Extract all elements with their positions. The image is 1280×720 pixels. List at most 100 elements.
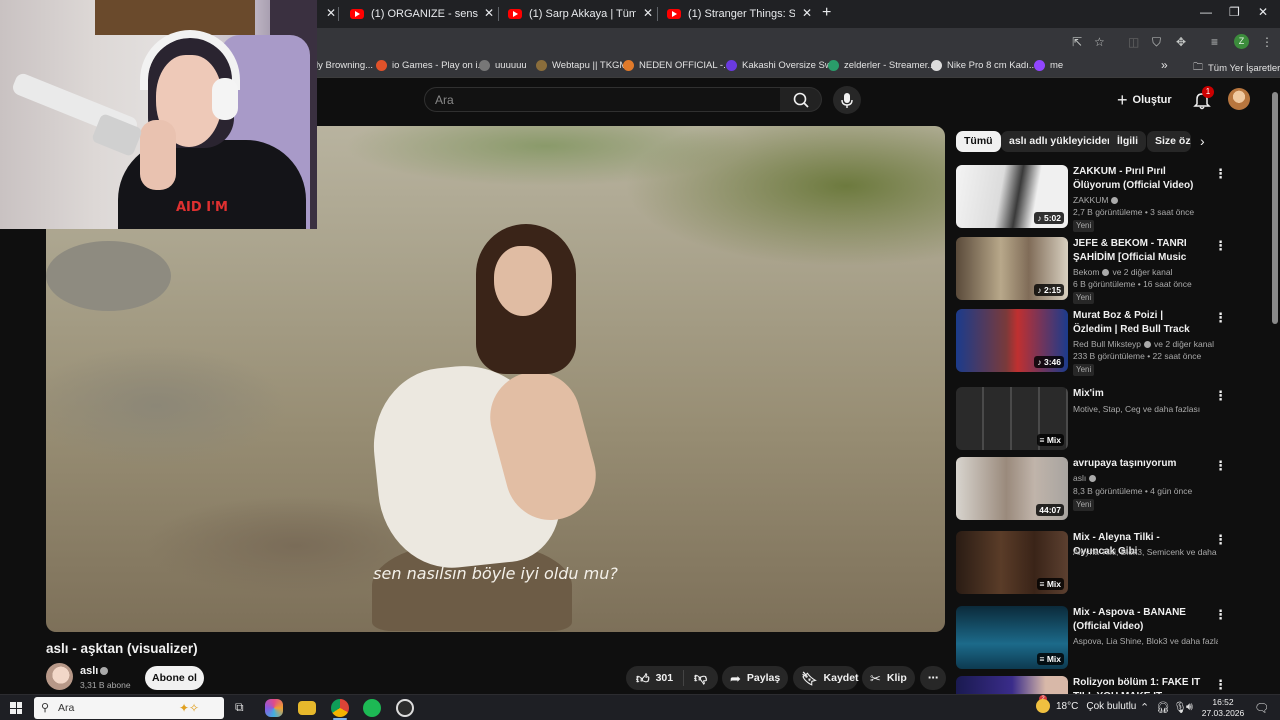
obs-icon[interactable] <box>396 699 414 717</box>
bookmark-item[interactable]: Kakashi Oversize Sw... <box>726 60 839 71</box>
chip-from-uploader[interactable]: aslı adlı yükleyiciden <box>1001 131 1122 152</box>
video-thumbnail[interactable] <box>956 676 1068 694</box>
close-window-icon[interactable]: ✕ <box>1258 5 1268 19</box>
headset-icon[interactable]: 🎧︎ <box>1156 701 1170 714</box>
more-vertical-icon[interactable]: ⋮ <box>1214 677 1227 693</box>
recommendation-title[interactable]: Mix'im <box>1073 387 1203 401</box>
verified-icon <box>1102 269 1110 277</box>
bookmark-item[interactable]: Nike Pro 8 cm Kadı... <box>931 60 1037 71</box>
more-vertical-icon[interactable]: ⋮ <box>1214 388 1227 404</box>
channel-name[interactable]: aslı <box>80 665 98 677</box>
like-button[interactable]: 👍︎ 301 <box>626 670 684 686</box>
recommendation-title[interactable]: Mix - Aspova - BANANE (Official Video) <box>1073 606 1203 633</box>
channel-avatar[interactable] <box>46 663 73 690</box>
video-thumbnail[interactable]: ♪ 5:02 <box>956 165 1068 228</box>
media-list-icon[interactable]: ≡ <box>1211 34 1218 50</box>
new-tab-button[interactable]: + <box>822 4 831 22</box>
recommendation-title[interactable]: avrupaya taşınıyorum <box>1073 457 1203 471</box>
minimize-icon[interactable]: — <box>1200 5 1212 19</box>
bookmark-item[interactable]: uuuuuu <box>479 60 527 71</box>
menu-kebab-icon[interactable]: ⋮ <box>1261 34 1273 50</box>
shield-icon[interactable]: ⛉ <box>1152 34 1161 50</box>
puzzle-icon[interactable]: ✥ <box>1176 34 1186 50</box>
chip-all[interactable]: Tümü <box>956 131 1001 152</box>
dislike-button[interactable]: 👎︎ <box>684 670 707 686</box>
tab-stranger-things[interactable]: (1) Stranger Things: Sene 1985 <box>667 3 795 25</box>
mix-thumbnail[interactable]: ≡ Mix <box>956 531 1068 594</box>
more-vertical-icon[interactable]: ⋮ <box>1214 607 1227 623</box>
copilot-icon[interactable] <box>265 699 283 717</box>
tab-close-icon[interactable]: ✕ <box>326 6 336 20</box>
microphone-icon[interactable]: 🎙︎ <box>1173 701 1187 714</box>
more-actions-button[interactable]: ⋯ <box>920 666 946 690</box>
task-view-icon[interactable]: ⧉ <box>235 700 244 715</box>
bookmarks-overflow-icon[interactable]: » <box>1161 58 1168 72</box>
volume-icon[interactable]: 🔊︎ <box>1186 701 1193 714</box>
recommendation-title[interactable]: Rolizyon bölüm 1: FAKE IT TILL YOU MAKE … <box>1073 676 1203 694</box>
more-vertical-icon[interactable]: ⋮ <box>1214 238 1227 254</box>
new-badge: Yeni <box>1073 499 1095 511</box>
tab-close-icon[interactable]: ✕ <box>643 6 653 20</box>
video-thumbnail[interactable]: 44:07 <box>956 457 1068 520</box>
all-bookmarks-button[interactable]: 🗀 Tüm Yer İşaretleri <box>1193 60 1280 77</box>
restore-icon[interactable]: ❐ <box>1229 5 1240 19</box>
search-input[interactable] <box>425 88 780 111</box>
file-explorer-icon[interactable] <box>298 701 316 715</box>
spotify-icon[interactable] <box>363 699 381 717</box>
video-thumbnail[interactable]: ♪ 2:15 <box>956 237 1068 300</box>
recommendation-item[interactable]: ≡ Mix Mix - Aleyna Tilki - Oyuncak Gibi … <box>956 531 1246 597</box>
tab-sarp-akkaya[interactable]: (1) Sarp Akkaya | Tüm Ünlüler T <box>508 3 636 25</box>
tab-organize[interactable]: (1) ORGANIZE - sensiz [OFFICIAL <box>350 3 478 25</box>
notification-center-icon[interactable]: 🗨︎ <box>1254 701 1269 715</box>
windows-start-icon[interactable] <box>10 702 22 714</box>
recommendation-title[interactable]: ZAKKUM - Pırıl Pırıl Ölüyorum (Official … <box>1073 165 1203 192</box>
more-vertical-icon[interactable]: ⋮ <box>1214 532 1227 548</box>
page-scrollbar[interactable] <box>1272 92 1278 324</box>
chevron-right-icon[interactable]: › <box>1200 133 1205 149</box>
account-avatar[interactable] <box>1228 88 1250 110</box>
create-button[interactable]: + Oluştur <box>1117 89 1172 111</box>
voice-search-button[interactable] <box>833 86 861 114</box>
bookmark-item[interactable]: ly Browning... <box>316 60 373 71</box>
bookmark-item[interactable]: zelderler - Streamer... <box>828 60 935 71</box>
recommendation-title[interactable]: JEFE & BEKOM - TANRI ŞAHİDİM [Official M… <box>1073 237 1203 265</box>
chrome-icon[interactable] <box>331 699 349 717</box>
share-button[interactable]: ➦ Paylaş <box>722 666 788 690</box>
system-clock[interactable]: 16:52 27.03.2026 <box>1200 697 1246 719</box>
video-thumbnail[interactable]: ♪ 3:46 <box>956 309 1068 372</box>
save-button[interactable]: 🔖︎ Kaydet <box>793 666 859 690</box>
bookmark-item[interactable]: me <box>1034 60 1063 71</box>
webcam-shelf <box>95 0 255 35</box>
clip-button[interactable]: ✂ Klip <box>862 666 915 690</box>
profile-avatar-icon[interactable]: Z <box>1234 34 1249 49</box>
more-vertical-icon[interactable]: ⋮ <box>1214 458 1227 474</box>
recommendation-item[interactable]: ≡ Mix Mix - Aspova - BANANE (Official Vi… <box>956 606 1246 672</box>
recommendation-item[interactable]: Rolizyon bölüm 1: FAKE IT TILL YOU MAKE … <box>956 676 1246 694</box>
bookmark-item[interactable]: NEDEN OFFICIAL -... <box>623 60 731 71</box>
mix-thumbnail[interactable]: ≡ Mix <box>956 606 1068 669</box>
extension-icon[interactable]: ◫ <box>1128 34 1139 50</box>
weather-widget[interactable]: 18°C Çok bulutlu <box>1036 699 1136 713</box>
taskbar-search[interactable]: ⚲ Ara ✦✧ <box>34 697 224 719</box>
bookmark-item[interactable]: io Games - Play on i... <box>376 60 485 71</box>
recommendation-title[interactable]: Murat Boz & Poizi | Özledim | Red Bull T… <box>1073 309 1203 337</box>
bookmark-star-icon[interactable]: ☆ <box>1094 34 1105 50</box>
tab-close-icon[interactable]: ✕ <box>802 6 812 20</box>
recommendation-item[interactable]: ♪ 2:15 JEFE & BEKOM - TANRI ŞAHİDİM [Off… <box>956 237 1246 304</box>
bookmark-item[interactable]: Webtapu || TKGM <box>536 60 627 71</box>
more-vertical-icon[interactable]: ⋮ <box>1214 166 1227 182</box>
tray-chevron-up-icon[interactable]: ⌃ <box>1140 701 1149 714</box>
chip-for-you[interactable]: Size öz <box>1147 131 1191 152</box>
recommendation-item[interactable]: 44:07 avrupaya taşınıyorum aslı 8,3 B gö… <box>956 457 1246 523</box>
mix-thumbnail[interactable]: ≡ Mix <box>956 387 1068 450</box>
recommendation-item[interactable]: ♪ 5:02 ZAKKUM - Pırıl Pırıl Ölüyorum (Of… <box>956 165 1246 232</box>
install-app-icon[interactable]: ⇱ <box>1072 34 1082 50</box>
recommendation-item[interactable]: ≡ Mix Mix'im Motive, Stap, Ceg ve daha f… <box>956 387 1246 453</box>
microphone-icon <box>841 93 853 108</box>
subscribe-button[interactable]: Abone ol <box>145 666 204 690</box>
chip-related[interactable]: İlgili <box>1109 131 1146 152</box>
more-vertical-icon[interactable]: ⋮ <box>1214 310 1227 326</box>
tab-close-icon[interactable]: ✕ <box>484 6 494 20</box>
search-button[interactable] <box>780 87 822 112</box>
recommendation-item[interactable]: ♪ 3:46 Murat Boz & Poizi | Özledim | Red… <box>956 309 1246 376</box>
